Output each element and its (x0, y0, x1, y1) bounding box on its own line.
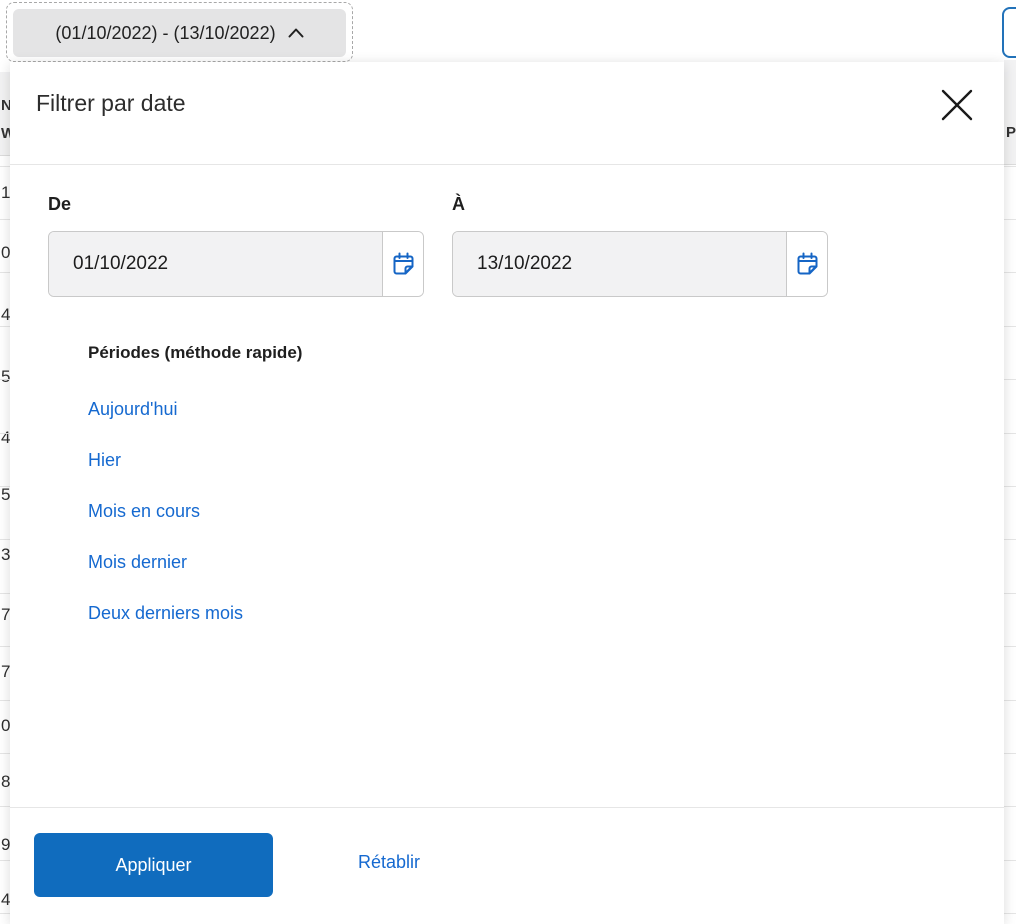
modal-title: Filtrer par date (36, 90, 186, 116)
from-date-label: De (48, 194, 72, 214)
background-row-divider (1004, 325, 1016, 327)
period-link[interactable]: Deux derniers mois (88, 603, 243, 624)
from-date-calendar-button[interactable] (382, 232, 423, 296)
background-row-divider (0, 218, 10, 220)
background-row-divider (0, 592, 10, 594)
background-row-divider (1004, 218, 1016, 220)
period-link[interactable]: Hier (88, 450, 121, 471)
background-row-divider (1004, 485, 1016, 487)
background-row-divider (0, 539, 10, 541)
period-link[interactable]: Mois en cours (88, 501, 200, 522)
calendar-icon (794, 251, 821, 278)
background-row-divider (0, 165, 10, 167)
from-date-input[interactable] (49, 232, 382, 296)
background-row-divider (0, 752, 10, 754)
background-cell-value-partial: 0 (1, 243, 10, 262)
background-cell-value-partial: 4 (1, 428, 10, 447)
background-row-divider (1004, 592, 1016, 594)
background-row-divider (0, 325, 10, 327)
background-row-divider (0, 646, 10, 648)
background-table-header-band (1004, 60, 1016, 165)
background-cell-value-partial: 8 (1, 772, 10, 791)
date-range-label: (01/10/2022) - (13/10/2022) (55, 22, 276, 43)
background-cell-value-partial: 9 (1, 835, 10, 854)
period-link[interactable]: Mois dernier (88, 552, 187, 573)
background-row-divider (0, 272, 10, 274)
footer-divider (10, 807, 1004, 808)
background-column-header-partial: N (1, 97, 10, 114)
close-button[interactable] (930, 78, 984, 132)
background-row-divider (0, 913, 10, 915)
from-date-group (48, 231, 424, 297)
background-row-divider (1004, 913, 1016, 915)
background-row-divider (0, 699, 10, 701)
background-table-left-edge: NW 1 0 4 5 4 5 3 7 7 0 8 9 4 (0, 0, 10, 924)
apply-button[interactable]: Appliquer (34, 833, 273, 897)
background-column-header-partial: W (1, 125, 10, 142)
background-cell-value-partial: 0 (1, 716, 10, 735)
period-link[interactable]: Aujourd'hui (88, 399, 178, 420)
background-column-header-partial: PE (1006, 124, 1016, 141)
background-cell-value-partial: 4 (1, 890, 10, 909)
background-cell-value-partial: 1 (1, 183, 10, 202)
background-cell-value-partial: 4 (1, 305, 10, 324)
background-row-divider (1004, 165, 1016, 167)
to-date-calendar-button[interactable] (786, 232, 827, 296)
background-cell-value-partial: 5 (1, 485, 10, 504)
background-row-divider (1004, 272, 1016, 274)
background-table-right-edge: PE (1004, 0, 1016, 924)
background-cell-value-partial: 5 (1, 367, 10, 386)
background-outline-button-partial[interactable] (1002, 7, 1016, 58)
background-row-divider (1004, 699, 1016, 701)
background-row-divider (1004, 432, 1016, 434)
background-row-divider (1004, 539, 1016, 541)
to-date-input[interactable] (453, 232, 786, 296)
background-row-divider (1004, 379, 1016, 381)
to-date-label: À (452, 194, 465, 214)
background-cell-value-partial: 7 (1, 662, 10, 681)
reset-link[interactable]: Rétablir (358, 852, 420, 873)
background-table-header-band (0, 72, 10, 156)
background-row-divider (1004, 859, 1016, 861)
to-date-group (452, 231, 828, 297)
background-row-divider (0, 485, 10, 487)
background-cell-value-partial: 7 (1, 605, 10, 624)
background-row-divider (0, 859, 10, 861)
background-row-divider (0, 379, 10, 381)
close-icon (941, 89, 973, 121)
background-row-divider (1004, 646, 1016, 648)
header-divider (10, 164, 1004, 165)
background-row-divider (0, 806, 10, 808)
background-row-divider (1004, 806, 1016, 808)
date-range-dropdown-button[interactable]: (01/10/2022) - (13/10/2022) (13, 9, 346, 57)
periods-heading: Périodes (méthode rapide) (88, 343, 303, 362)
filter-by-date-modal: Filtrer par date De 01/10/2022 À 13/10/2… (10, 62, 1004, 924)
page: NW 1 0 4 5 4 5 3 7 7 0 8 9 4 PE (01/10/2022) - (13/10… (0, 0, 1016, 924)
background-cell-value-partial: 3 (1, 545, 10, 564)
background-row-divider (1004, 752, 1016, 754)
chevron-up-icon (288, 28, 304, 38)
background-row-divider (0, 432, 10, 434)
calendar-icon (390, 251, 417, 278)
